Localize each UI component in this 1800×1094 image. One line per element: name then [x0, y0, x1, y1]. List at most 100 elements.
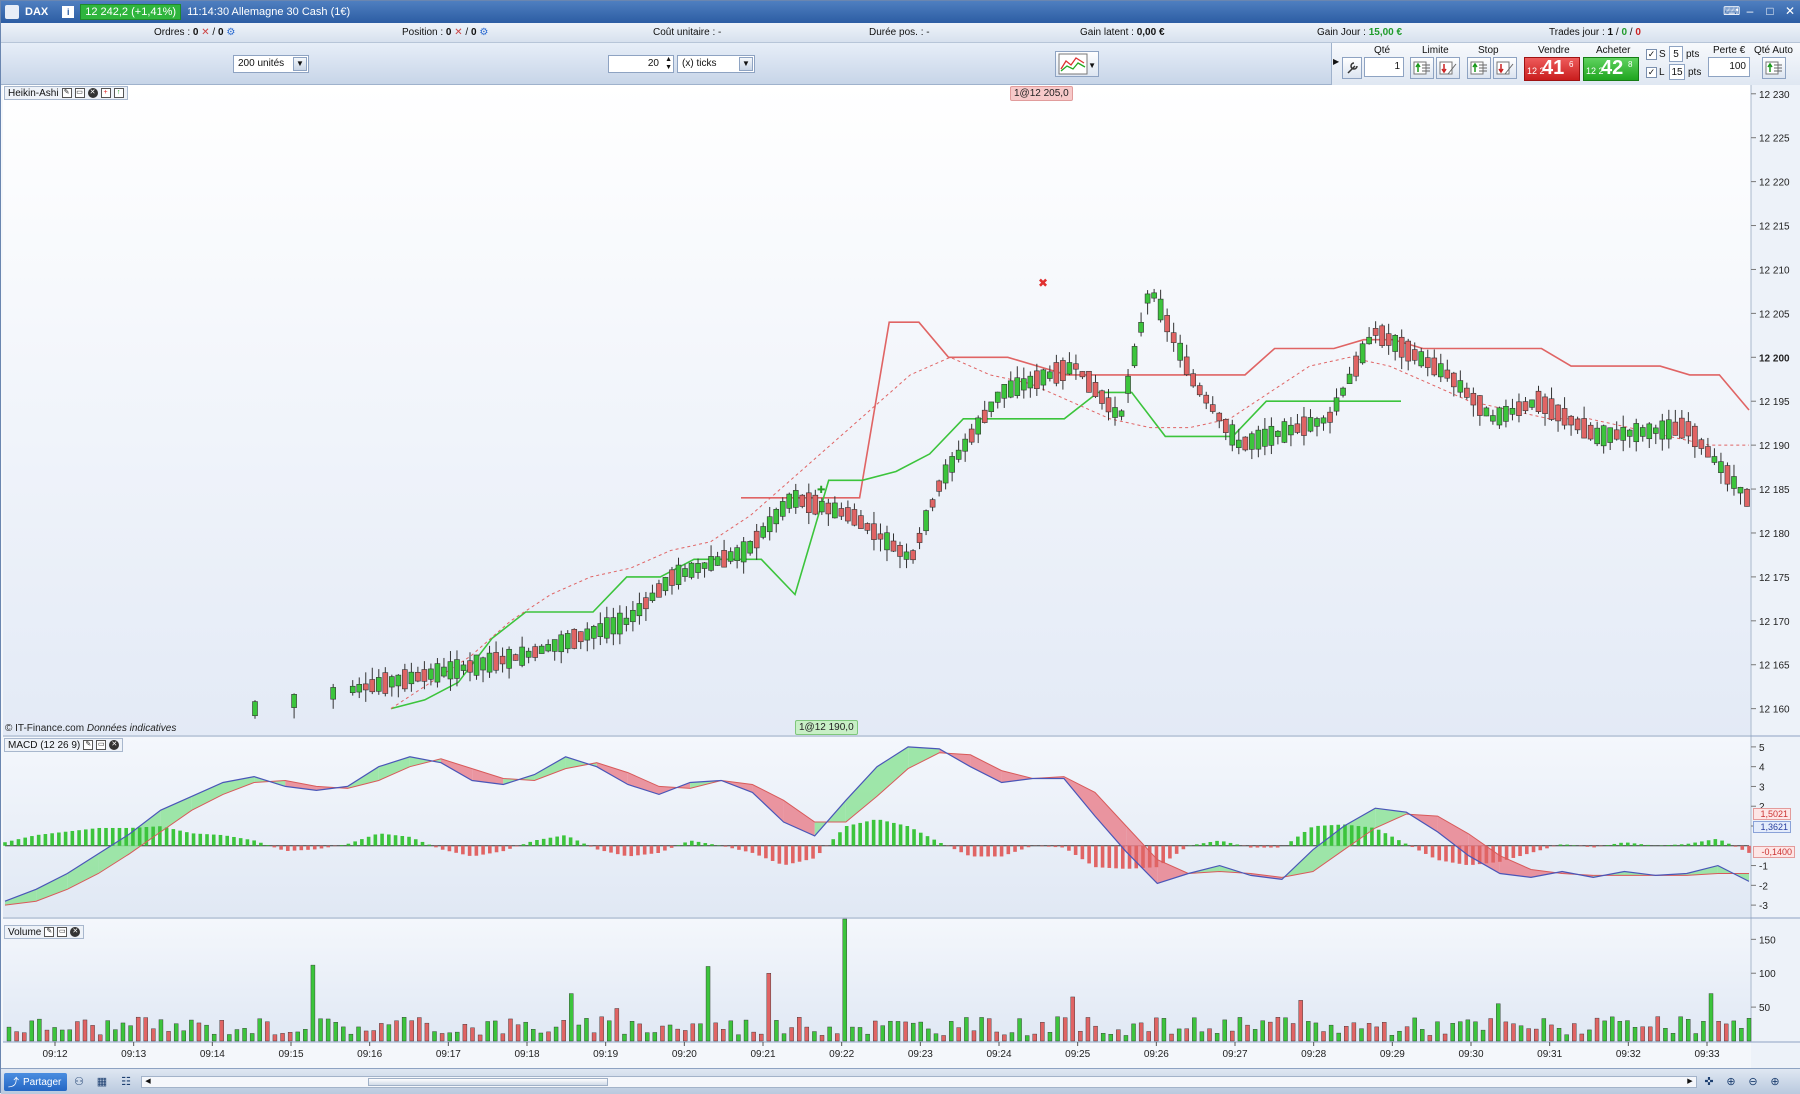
perte-input[interactable]: 100: [1708, 57, 1750, 77]
zoom-out-icon[interactable]: ⊖: [1745, 1074, 1761, 1090]
histogram-bar: [434, 846, 438, 848]
stop-buy-button[interactable]: [1467, 57, 1491, 79]
buy-button[interactable]: 12 2 42 8: [1583, 57, 1639, 81]
window-icon[interactable]: [5, 5, 19, 19]
close-position-icon[interactable]: ✕: [454, 27, 462, 38]
zoom-in-icon[interactable]: ⊕: [1767, 1074, 1783, 1090]
chart-type-button[interactable]: ▼: [1055, 51, 1099, 77]
buy-order-label[interactable]: 1@12 190,0: [795, 720, 858, 735]
chevron-down-icon[interactable]: ▼: [739, 57, 753, 71]
histogram-bar: [1235, 844, 1239, 845]
chevron-down-icon[interactable]: ▼: [1088, 61, 1096, 70]
volume-bar: [896, 1021, 900, 1041]
histogram-bar: [1417, 846, 1421, 851]
window-icon[interactable]: ▭: [96, 740, 106, 750]
close-icon[interactable]: ✕: [70, 927, 80, 937]
ticks-stepper[interactable]: 20 ▲▼: [608, 55, 674, 73]
scrollbar-thumb[interactable]: [368, 1078, 608, 1086]
person-settings-icon[interactable]: ⚇: [71, 1074, 87, 1090]
limit-sell-button[interactable]: [1436, 57, 1460, 79]
grid-tools-icon[interactable]: ☷: [118, 1074, 134, 1090]
histogram-bar: [677, 845, 681, 846]
candle-body: [1021, 379, 1026, 390]
limit-checkbox[interactable]: ✓: [1646, 67, 1657, 78]
keyboard-icon[interactable]: ⌨: [1723, 4, 1737, 18]
share-button[interactable]: ⤴ Partager: [4, 1073, 67, 1091]
vendre-label: Vendre: [1538, 45, 1570, 56]
histogram-bar: [158, 826, 162, 846]
chart-scrollbar[interactable]: ◀ ▶: [141, 1076, 1697, 1088]
minimize-icon[interactable]: –: [1743, 4, 1757, 18]
window-icon[interactable]: ▭: [75, 88, 85, 98]
volume-panel-tag[interactable]: Volume ✎ ▭ ✕: [4, 925, 84, 939]
histogram-bar: [1727, 844, 1731, 846]
scroll-right-icon[interactable]: ▶: [1685, 1077, 1695, 1087]
scroll-left-icon[interactable]: ◀: [143, 1077, 153, 1087]
chart-area[interactable]: 12 23012 22512 22012 21512 21012 20512 2…: [1, 85, 1800, 1068]
orders-settings-icon[interactable]: ⚙: [226, 27, 235, 38]
volume-bar: [1078, 1031, 1082, 1041]
quantity-input[interactable]: 1: [1364, 57, 1404, 77]
buy-marker-icon[interactable]: ✚: [817, 485, 825, 496]
histogram-bar: [17, 839, 21, 846]
stepper-arrows-icon[interactable]: ▲▼: [665, 56, 672, 72]
stop-points-input[interactable]: 5: [1669, 46, 1683, 62]
maximize-icon[interactable]: □: [1763, 4, 1777, 18]
candle-body: [1601, 426, 1606, 446]
histogram-bar: [306, 846, 310, 850]
stop-label: Stop: [1478, 45, 1499, 56]
units-select[interactable]: 200 unités ▼: [233, 55, 309, 73]
histogram-bar: [10, 841, 14, 846]
candle-body: [1060, 360, 1065, 380]
volume-bar: [691, 1024, 695, 1041]
close-icon[interactable]: ✕: [109, 740, 119, 750]
qte-auto-button[interactable]: [1762, 57, 1786, 79]
window-icon[interactable]: ▭: [57, 927, 67, 937]
volume-bar: [53, 1027, 57, 1041]
histogram-bar: [1310, 827, 1314, 845]
candle-body: [1634, 423, 1639, 441]
chevron-down-icon[interactable]: ▼: [293, 57, 307, 71]
volume-bar: [281, 1033, 285, 1041]
instrument-selector[interactable]: DAX: [25, 6, 48, 18]
histogram-bar: [1256, 846, 1260, 848]
crosshair-icon[interactable]: ✜: [1701, 1074, 1717, 1090]
stop-sell-button[interactable]: [1493, 57, 1517, 79]
ticks-select[interactable]: (x) ticks ▼: [677, 55, 755, 73]
candle-body: [1647, 424, 1652, 439]
add-icon[interactable]: +: [101, 88, 111, 98]
wrench-icon[interactable]: ✎: [83, 740, 93, 750]
info-icon[interactable]: i: [62, 6, 74, 18]
position-settings-icon[interactable]: ⚙: [479, 27, 488, 38]
price-panel-tag[interactable]: Heikin-Ashi ✎ ▭ ✕ + ↑: [4, 86, 128, 100]
collapse-arrow-icon[interactable]: ▶: [1333, 57, 1339, 66]
close-orders-icon[interactable]: ✕: [201, 27, 209, 38]
zoom-area-icon[interactable]: ⊕: [1723, 1074, 1739, 1090]
volume-bar: [774, 1020, 778, 1041]
candle-body: [402, 670, 407, 689]
price-tick-label: 12 220: [1759, 178, 1790, 189]
sell-order-label[interactable]: 1@12 205,0: [1010, 86, 1073, 101]
limit-buy-button[interactable]: [1410, 57, 1434, 79]
volume-bar: [1405, 1027, 1409, 1041]
histogram-bar: [1734, 846, 1738, 847]
stop-marker-icon[interactable]: ✖: [1038, 276, 1048, 290]
histogram-bar: [219, 835, 223, 846]
wrench-icon[interactable]: [1342, 57, 1362, 79]
arrow-up-icon[interactable]: ↑: [114, 88, 124, 98]
calculator-icon[interactable]: ▦: [94, 1074, 110, 1090]
macd-panel-tag[interactable]: MACD (12 26 9) ✎ ▭ ✕: [4, 738, 123, 752]
candle-body: [1373, 328, 1378, 335]
histogram-bar: [1215, 841, 1219, 846]
limit-points-input[interactable]: 15: [1669, 64, 1685, 80]
wrench-icon[interactable]: ✎: [44, 927, 54, 937]
close-icon[interactable]: ✕: [1783, 4, 1797, 18]
histogram-bar: [1040, 846, 1044, 847]
sell-button[interactable]: 12 2 41 6: [1524, 57, 1580, 81]
stop-points-value: 5: [1673, 49, 1679, 60]
close-icon[interactable]: ✕: [88, 88, 98, 98]
volume-bar: [22, 1033, 26, 1041]
wrench-icon[interactable]: ✎: [62, 88, 72, 98]
time-tick-label: 09:15: [278, 1049, 303, 1060]
stop-checkbox[interactable]: ✓: [1646, 49, 1657, 60]
